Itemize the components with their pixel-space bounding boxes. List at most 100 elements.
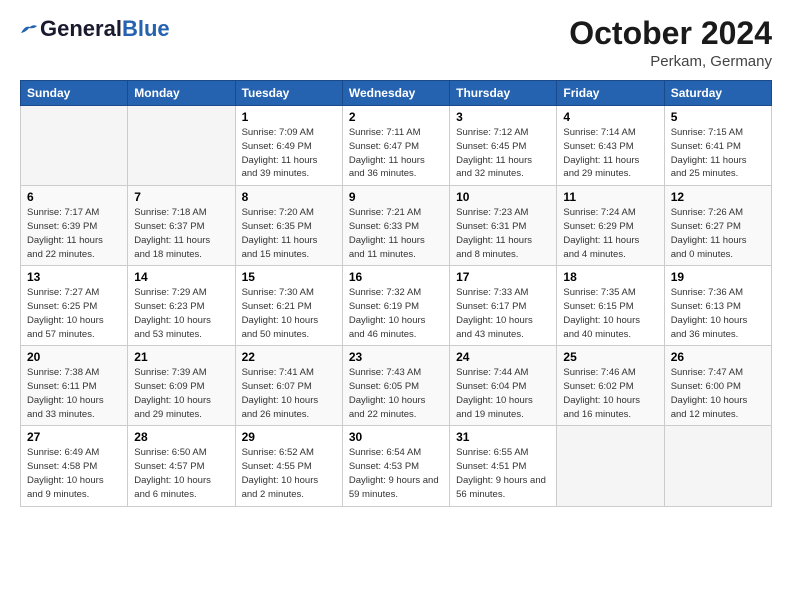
col-friday: Friday bbox=[557, 81, 664, 106]
table-row bbox=[557, 426, 664, 506]
day-info: Sunrise: 6:49 AM Sunset: 4:58 PM Dayligh… bbox=[27, 446, 121, 501]
day-info: Sunrise: 7:24 AM Sunset: 6:29 PM Dayligh… bbox=[563, 206, 657, 261]
day-info: Sunrise: 7:26 AM Sunset: 6:27 PM Dayligh… bbox=[671, 206, 765, 261]
table-row: 22 Sunrise: 7:41 AM Sunset: 6:07 PM Dayli… bbox=[235, 346, 342, 426]
day-number: 26 bbox=[671, 350, 765, 364]
day-number: 13 bbox=[27, 270, 121, 284]
table-row bbox=[128, 106, 235, 186]
day-number: 18 bbox=[563, 270, 657, 284]
day-info: Sunrise: 7:15 AM Sunset: 6:41 PM Dayligh… bbox=[671, 126, 765, 181]
day-info: Sunrise: 7:36 AM Sunset: 6:13 PM Dayligh… bbox=[671, 286, 765, 341]
col-saturday: Saturday bbox=[664, 81, 771, 106]
day-info: Sunrise: 7:17 AM Sunset: 6:39 PM Dayligh… bbox=[27, 206, 121, 261]
table-row: 28Sunrise: 6:50 AM Sunset: 4:57 PM Dayli… bbox=[128, 426, 235, 506]
table-row: 23 Sunrise: 7:43 AM Sunset: 6:05 PM Dayli… bbox=[342, 346, 449, 426]
table-row: 29 Sunrise: 6:52 AM Sunset: 4:55 PM Dayli… bbox=[235, 426, 342, 506]
table-row: 25 Sunrise: 7:46 AM Sunset: 6:02 PM Dayli… bbox=[557, 346, 664, 426]
day-info: Sunrise: 7:39 AM Sunset: 6:09 PM Dayligh… bbox=[134, 366, 228, 421]
table-row: 1 Sunrise: 7:09 AM Sunset: 6:49 PM Daylig… bbox=[235, 106, 342, 186]
logo-text: GeneralBlue bbox=[40, 16, 170, 42]
header: GeneralBlue October 2024 Perkam, Germany bbox=[20, 16, 772, 70]
table-row: 4 Sunrise: 7:14 AM Sunset: 6:43 PM Daylig… bbox=[557, 106, 664, 186]
day-info: Sunrise: 7:12 AM Sunset: 6:45 PM Dayligh… bbox=[456, 126, 550, 181]
calendar-week-row: 20 Sunrise: 7:38 AM Sunset: 6:11 PM Dayli… bbox=[21, 346, 772, 426]
day-number: 16 bbox=[349, 270, 443, 284]
table-row: 3 Sunrise: 7:12 AM Sunset: 6:45 PM Daylig… bbox=[450, 106, 557, 186]
day-number: 12 bbox=[671, 190, 765, 204]
calendar-week-row: 1 Sunrise: 7:09 AM Sunset: 6:49 PM Daylig… bbox=[21, 106, 772, 186]
day-info: Sunrise: 6:55 AM Sunset: 4:51 PM Dayligh… bbox=[456, 446, 550, 501]
day-info: Sunrise: 7:09 AM Sunset: 6:49 PM Dayligh… bbox=[242, 126, 336, 181]
day-number: 23 bbox=[349, 350, 443, 364]
col-wednesday: Wednesday bbox=[342, 81, 449, 106]
col-tuesday: Tuesday bbox=[235, 81, 342, 106]
day-info: Sunrise: 7:35 AM Sunset: 6:15 PM Dayligh… bbox=[563, 286, 657, 341]
logo-bird-icon bbox=[20, 23, 38, 37]
day-number: 6 bbox=[27, 190, 121, 204]
table-row: 12 Sunrise: 7:26 AM Sunset: 6:27 PM Dayli… bbox=[664, 186, 771, 266]
day-info: Sunrise: 7:18 AM Sunset: 6:37 PM Dayligh… bbox=[134, 206, 228, 261]
table-row: 14 Sunrise: 7:29 AM Sunset: 6:23 PM Dayli… bbox=[128, 266, 235, 346]
table-row: 15 Sunrise: 7:30 AM Sunset: 6:21 PM Dayli… bbox=[235, 266, 342, 346]
table-row: 10 Sunrise: 7:23 AM Sunset: 6:31 PM Dayli… bbox=[450, 186, 557, 266]
day-number: 29 bbox=[242, 430, 336, 444]
day-number: 7 bbox=[134, 190, 228, 204]
day-info: Sunrise: 7:14 AM Sunset: 6:43 PM Dayligh… bbox=[563, 126, 657, 181]
day-number: 1 bbox=[242, 110, 336, 124]
table-row: 27 Sunrise: 6:49 AM Sunset: 4:58 PM Dayli… bbox=[21, 426, 128, 506]
logo: GeneralBlue bbox=[20, 16, 170, 42]
weekday-header-row: Sunday Monday Tuesday Wednesday Thursday… bbox=[21, 81, 772, 106]
day-info: Sunrise: 7:21 AM Sunset: 6:33 PM Dayligh… bbox=[349, 206, 443, 261]
day-info: Sunrise: 7:33 AM Sunset: 6:17 PM Dayligh… bbox=[456, 286, 550, 341]
day-info: Sunrise: 7:46 AM Sunset: 6:02 PM Dayligh… bbox=[563, 366, 657, 421]
day-info: Sunrise: 6:54 AM Sunset: 4:53 PM Dayligh… bbox=[349, 446, 443, 501]
day-number: 17 bbox=[456, 270, 550, 284]
day-number: 8 bbox=[242, 190, 336, 204]
calendar-week-row: 6 Sunrise: 7:17 AM Sunset: 6:39 PM Daylig… bbox=[21, 186, 772, 266]
day-info: Sunrise: 7:41 AM Sunset: 6:07 PM Dayligh… bbox=[242, 366, 336, 421]
col-sunday: Sunday bbox=[21, 81, 128, 106]
day-info: Sunrise: 7:11 AM Sunset: 6:47 PM Dayligh… bbox=[349, 126, 443, 181]
table-row: 20 Sunrise: 7:38 AM Sunset: 6:11 PM Dayli… bbox=[21, 346, 128, 426]
day-number: 3 bbox=[456, 110, 550, 124]
table-row bbox=[664, 426, 771, 506]
day-number: 14 bbox=[134, 270, 228, 284]
month-title: October 2024 bbox=[569, 16, 772, 51]
day-info: Sunrise: 7:20 AM Sunset: 6:35 PM Dayligh… bbox=[242, 206, 336, 261]
table-row: 7 Sunrise: 7:18 AM Sunset: 6:37 PM Daylig… bbox=[128, 186, 235, 266]
day-number: 22 bbox=[242, 350, 336, 364]
day-info: Sunrise: 7:27 AM Sunset: 6:25 PM Dayligh… bbox=[27, 286, 121, 341]
table-row: 21Sunrise: 7:39 AM Sunset: 6:09 PM Dayli… bbox=[128, 346, 235, 426]
table-row: 24Sunrise: 7:44 AM Sunset: 6:04 PM Dayli… bbox=[450, 346, 557, 426]
table-row: 13 Sunrise: 7:27 AM Sunset: 6:25 PM Dayli… bbox=[21, 266, 128, 346]
day-info: Sunrise: 7:43 AM Sunset: 6:05 PM Dayligh… bbox=[349, 366, 443, 421]
table-row: 8 Sunrise: 7:20 AM Sunset: 6:35 PM Daylig… bbox=[235, 186, 342, 266]
table-row: 5Sunrise: 7:15 AM Sunset: 6:41 PM Daylig… bbox=[664, 106, 771, 186]
title-block: October 2024 Perkam, Germany bbox=[569, 16, 772, 70]
day-info: Sunrise: 6:52 AM Sunset: 4:55 PM Dayligh… bbox=[242, 446, 336, 501]
table-row: 6 Sunrise: 7:17 AM Sunset: 6:39 PM Daylig… bbox=[21, 186, 128, 266]
day-number: 10 bbox=[456, 190, 550, 204]
table-row: 18 Sunrise: 7:35 AM Sunset: 6:15 PM Dayli… bbox=[557, 266, 664, 346]
day-info: Sunrise: 7:30 AM Sunset: 6:21 PM Dayligh… bbox=[242, 286, 336, 341]
table-row: 16 Sunrise: 7:32 AM Sunset: 6:19 PM Dayli… bbox=[342, 266, 449, 346]
day-number: 19 bbox=[671, 270, 765, 284]
table-row bbox=[21, 106, 128, 186]
day-number: 27 bbox=[27, 430, 121, 444]
day-number: 25 bbox=[563, 350, 657, 364]
day-info: Sunrise: 7:38 AM Sunset: 6:11 PM Dayligh… bbox=[27, 366, 121, 421]
day-number: 4 bbox=[563, 110, 657, 124]
day-info: Sunrise: 7:32 AM Sunset: 6:19 PM Dayligh… bbox=[349, 286, 443, 341]
day-info: Sunrise: 7:23 AM Sunset: 6:31 PM Dayligh… bbox=[456, 206, 550, 261]
table-row: 26 Sunrise: 7:47 AM Sunset: 6:00 PM Dayli… bbox=[664, 346, 771, 426]
day-number: 15 bbox=[242, 270, 336, 284]
table-row: 17 Sunrise: 7:33 AM Sunset: 6:17 PM Dayli… bbox=[450, 266, 557, 346]
day-number: 30 bbox=[349, 430, 443, 444]
day-info: Sunrise: 7:29 AM Sunset: 6:23 PM Dayligh… bbox=[134, 286, 228, 341]
day-number: 28 bbox=[134, 430, 228, 444]
calendar-page: GeneralBlue October 2024 Perkam, Germany… bbox=[0, 0, 792, 523]
day-number: 20 bbox=[27, 350, 121, 364]
table-row: 9Sunrise: 7:21 AM Sunset: 6:33 PM Daylig… bbox=[342, 186, 449, 266]
day-info: Sunrise: 7:47 AM Sunset: 6:00 PM Dayligh… bbox=[671, 366, 765, 421]
calendar-week-row: 27 Sunrise: 6:49 AM Sunset: 4:58 PM Dayli… bbox=[21, 426, 772, 506]
